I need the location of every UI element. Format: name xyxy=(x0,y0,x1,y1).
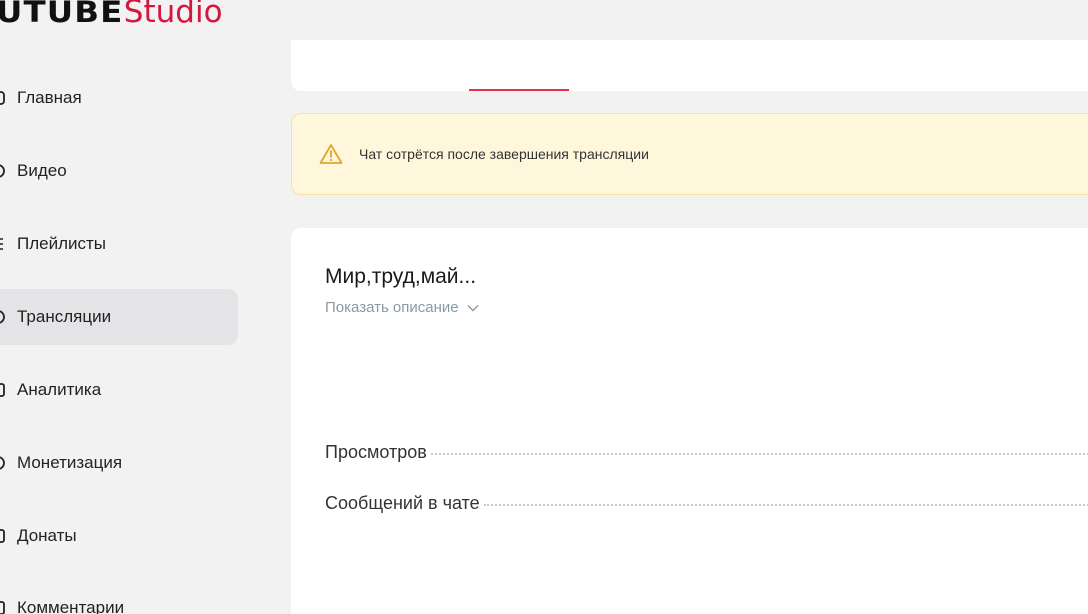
chat-warning-banner: Чат сотрётся после завершения трансляции xyxy=(291,113,1088,195)
warning-icon xyxy=(319,143,343,165)
sidebar-item-label: Главная xyxy=(17,88,82,107)
monetization-icon xyxy=(0,455,6,471)
sidebar-item-playlists[interactable]: Плейлисты xyxy=(0,216,238,272)
stream-title: Мир,труд,май... xyxy=(325,265,477,288)
sidebar-item-analytics[interactable]: Аналитика xyxy=(0,362,238,418)
sidebar-item-donations[interactable]: Донаты xyxy=(0,508,238,564)
stat-row-chat-messages: Сообщений в чате xyxy=(325,493,1088,514)
studio-page: UTUBE Studio Главная Видео Плейлисты Тра… xyxy=(0,0,1088,614)
sidebar-item-label: Трансляции xyxy=(17,307,112,326)
sidebar-item-broadcasts[interactable]: Трансляции xyxy=(0,289,238,345)
show-description-label: Показать описание xyxy=(325,299,459,316)
sidebar-item-video[interactable]: Видео xyxy=(0,143,238,199)
video-icon xyxy=(0,163,6,179)
comments-icon xyxy=(0,600,6,614)
sidebar-item-label: Плейлисты xyxy=(17,234,107,253)
sidebar-item-label: Аналитика xyxy=(17,380,102,399)
logo[interactable]: UTUBE Studio xyxy=(0,0,223,34)
sidebar-item-monetization[interactable]: Монетизация xyxy=(0,435,238,491)
broadcast-icon xyxy=(0,309,6,325)
analytics-icon xyxy=(0,382,6,398)
sidebar-item-label: Видео xyxy=(17,161,67,180)
dotted-leader xyxy=(430,453,1088,455)
warning-text: Чат сотрётся после завершения трансляции xyxy=(359,146,649,162)
stat-label: Сообщений в чате xyxy=(325,493,480,513)
stream-info-card: Мир,труд,май... Показать описание Просмо… xyxy=(291,228,1088,614)
dotted-leader xyxy=(483,504,1088,506)
logo-wordmark: UTUBE xyxy=(0,0,124,29)
home-icon xyxy=(0,90,6,106)
stat-label: Просмотров xyxy=(325,442,427,462)
logo-studio-text: Studio xyxy=(123,0,223,30)
sidebar-item-label: Донаты xyxy=(17,526,77,545)
sidebar-item-comments[interactable]: Комментарии xyxy=(0,580,238,614)
tabs-card xyxy=(291,40,1088,91)
active-tab-indicator xyxy=(469,89,569,91)
sidebar-item-home[interactable]: Главная xyxy=(0,70,238,126)
show-description-toggle[interactable]: Показать описание xyxy=(325,299,479,316)
donate-icon xyxy=(0,528,6,544)
sidebar-item-label: Монетизация xyxy=(17,453,123,472)
sidebar-item-label: Комментарии xyxy=(17,598,125,614)
playlist-icon xyxy=(0,236,6,252)
stat-row-views: Просмотров xyxy=(325,442,1088,463)
chevron-down-icon xyxy=(467,304,479,312)
